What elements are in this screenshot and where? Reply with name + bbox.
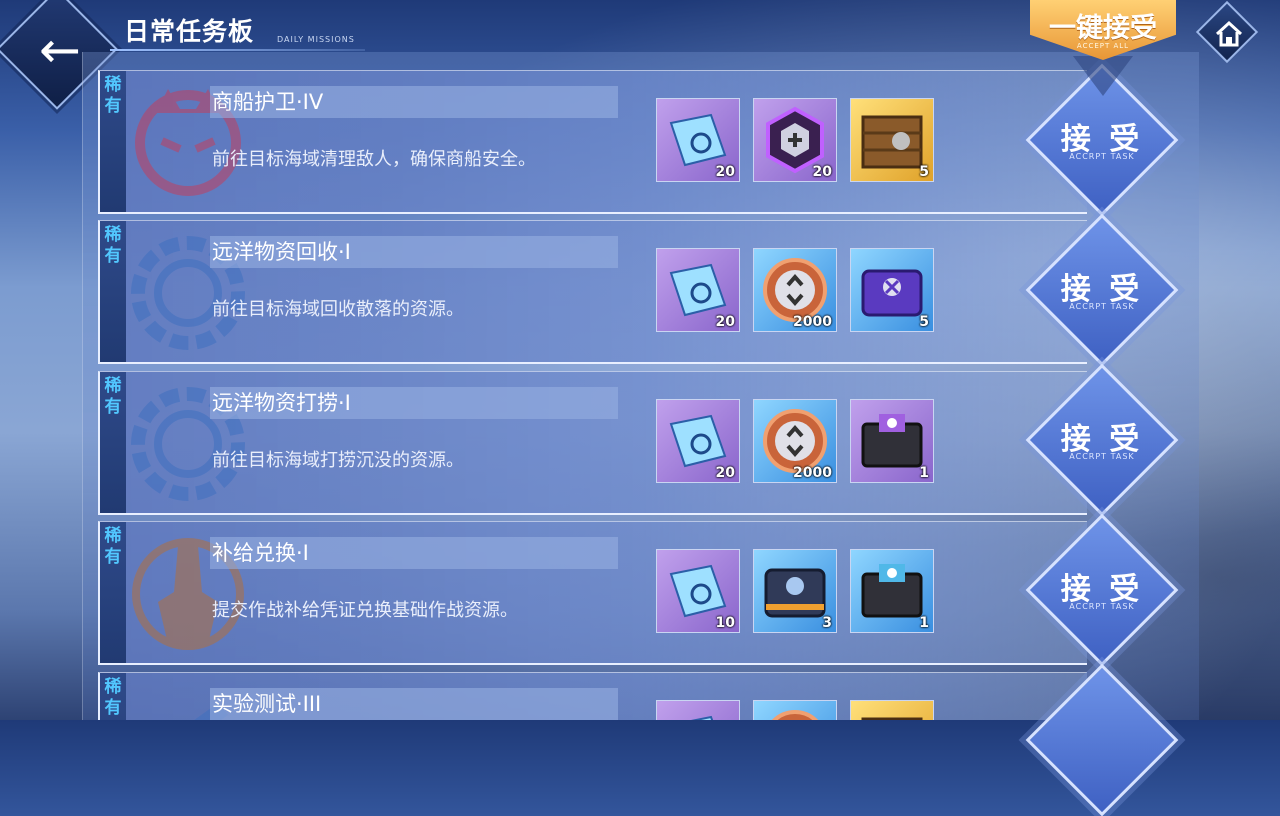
accept-task-sublabel: ACCRPT TASK [1069,452,1135,461]
wooden-crate-icon [861,717,923,720]
mission-card: 稀有 补给兑换·I 提交作战补给凭证兑换基础作战资源。 10 3 1 [98,521,1087,665]
accept-all-label: 一键接受 [1049,13,1157,44]
mission-description: 前往目标海域打捞沉没的资源。 [212,450,464,471]
mission-card: 稀有 商船护卫·IV 前往目标海域清理敌人，确保商船安全。 20 20 5 [98,70,1087,214]
tool-case-icon [861,269,923,317]
rarity-badge: 稀有 [104,677,122,718]
reward-count: 20 [812,164,832,180]
reward-item[interactable]: 20 [656,98,740,182]
reward-item[interactable]: 5 [850,248,934,332]
reward-count: 10 [715,615,735,631]
accept-task-sublabel: ACCRPT TASK [1069,302,1135,311]
reward-item[interactable]: 5 [850,98,934,182]
back-arrow-icon: ← [39,21,81,79]
supply-chest-icon [861,564,923,618]
reward-item[interactable]: 20 [753,98,837,182]
reward-item[interactable]: 1 [850,549,934,633]
reward-item[interactable]: 20 [656,399,740,483]
reward-count: 2000 [793,314,832,330]
reward-count: 20 [715,314,735,330]
accept-all-sublabel: ACCEPT ALL [1076,42,1130,50]
reward-item[interactable] [656,700,740,720]
reward-item[interactable]: 2000 [753,399,837,483]
mission-name: 实验测试·III [212,692,322,716]
page-title: 日常任务板 [124,17,255,46]
reward-count: 1 [919,465,929,481]
reward-count: 3 [822,615,832,631]
supply-chest-icon [861,414,923,468]
reward-count: 2000 [793,465,832,481]
mission-card: 稀有 实验测试·III [98,672,1087,720]
supply-box-icon [764,568,826,618]
home-icon [1215,20,1243,47]
header-divider [110,49,365,51]
reward-item[interactable]: 3 [753,549,837,633]
reward-item[interactable]: 2000 [753,248,837,332]
mission-name: 补给兑换·I [212,541,309,565]
reward-item[interactable]: 10 [656,549,740,633]
reward-count: 5 [919,314,929,330]
reward-count: 1 [919,615,929,631]
reward-item[interactable] [850,700,934,720]
reward-item[interactable]: 20 [656,248,740,332]
mission-name: 远洋物资打捞·I [212,391,351,415]
mission-description: 前往目标海域回收散落的资源。 [212,299,464,320]
accept-task-sublabel: ACCRPT TASK [1069,152,1135,161]
mission-description: 前往目标海域清理敌人，确保商船安全。 [212,149,536,170]
reward-count: 20 [715,164,735,180]
rarity-badge: 稀有 [104,526,122,567]
mission-name: 商船护卫·IV [212,90,324,114]
rarity-badge: 稀有 [104,376,122,417]
reward-count: 20 [715,465,735,481]
reward-count: 5 [919,164,929,180]
mission-card: 稀有 远洋物资回收·I 前往目标海域回收散落的资源。 20 2000 5 [98,220,1087,364]
rarity-badge: 稀有 [104,75,122,116]
blueprint-icon [690,715,714,720]
reward-item[interactable] [753,700,837,720]
coin-icon [771,710,819,720]
wooden-crate-icon [861,115,923,169]
reward-item[interactable]: 1 [850,399,934,483]
rarity-badge: 稀有 [104,225,122,266]
mission-description: 提交作战补给凭证兑换基础作战资源。 [212,600,518,621]
page-subtitle: DAILY MISSIONS [277,35,355,44]
mission-card: 稀有 远洋物资打捞·I 前往目标海域打捞沉没的资源。 20 2000 1 [98,371,1087,515]
accept-task-sublabel: ACCRPT TASK [1069,602,1135,611]
mission-name: 远洋物资回收·I [212,240,351,264]
